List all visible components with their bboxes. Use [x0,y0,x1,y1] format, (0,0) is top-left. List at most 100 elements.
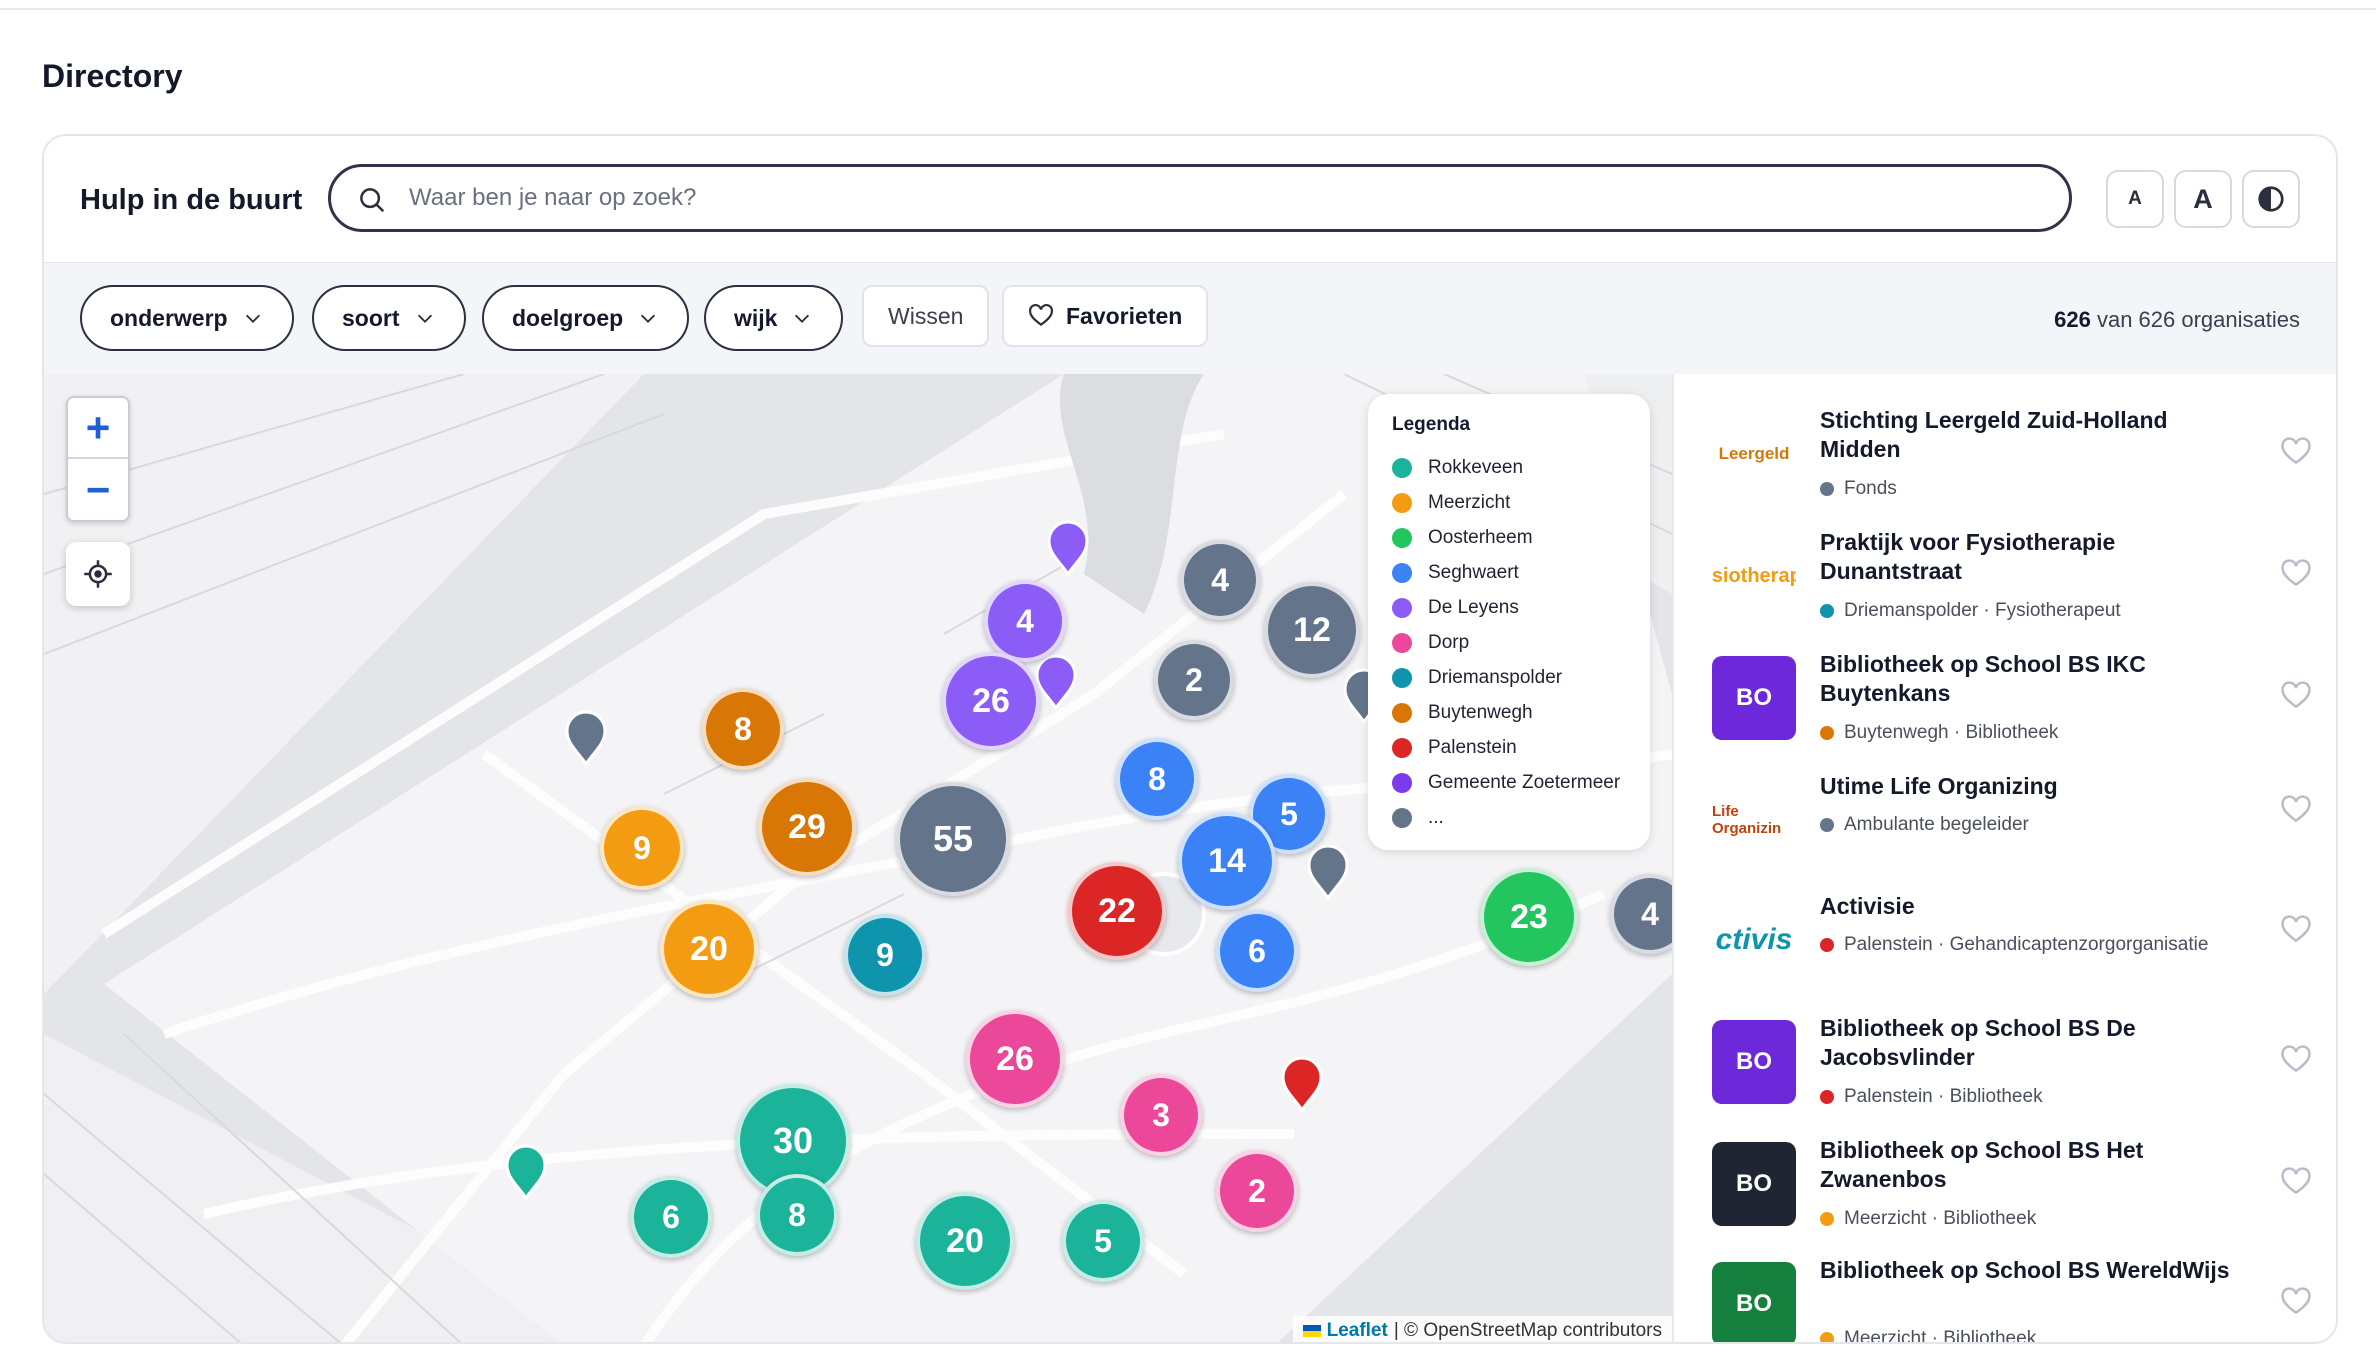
zoom-out-button[interactable]: − [68,459,128,520]
organization-meta: Driemanspolder · Fysiotherapeut [1820,600,2121,622]
heart-icon [1029,303,1053,326]
legend-color-dot [1392,702,1412,723]
legend-color-dot [1392,492,1412,513]
zoom-in-button[interactable]: + [68,398,128,459]
font-size-large-button[interactable]: A [2174,170,2232,228]
map-pin-gray[interactable] [1306,844,1350,900]
favorite-heart-icon[interactable] [2280,1286,2312,1318]
result-item[interactable]: Leergeld Stichting Leergeld Zuid-Holland … [1674,382,2336,504]
result-item[interactable]: ysiotherapi Praktijk voor Fysiotherapie D… [1674,504,2336,626]
organization-name[interactable]: Bibliotheek op School BS De Jacobsvlinde… [1820,1014,2250,1072]
filter-label: onderwerp [110,304,228,331]
result-item[interactable]: Life Organizin Utime Life Organizing Ambul… [1674,748,2336,870]
map-cluster[interactable]: 9 [844,914,926,996]
favorite-heart-icon[interactable] [2280,1166,2312,1198]
favorite-heart-icon[interactable] [2280,794,2312,826]
organization-name[interactable]: Praktijk voor Fysiotherapie Dunantstraat [1820,528,2250,586]
filter-soort[interactable]: soort [312,285,466,351]
legend-color-dot [1392,772,1412,793]
map-cluster[interactable]: 8 [756,1174,838,1256]
organization-name[interactable]: Stichting Leergeld Zuid-Holland Midden [1820,406,2250,464]
legend-color-dot [1392,562,1412,583]
organization-name[interactable]: Bibliotheek op School BS IKC Buytenkans [1820,650,2250,708]
font-size-small-button[interactable]: A [2106,170,2164,228]
locate-button[interactable] [66,542,130,606]
map-view[interactable]: + − 4 12 2 4 26 8 29 55 8 5 14 9 20 22 9… [44,374,1672,1342]
organization-name[interactable]: Utime Life Organizing [1820,772,2250,801]
result-item[interactable]: BO Bibliotheek op School BS WereldWijs Mee… [1674,1232,2336,1342]
map-pin-gray[interactable] [564,710,608,766]
organization-meta-text: Ambulante begeleider [1844,814,2029,835]
crosshair-icon [84,560,112,588]
result-item[interactable]: BO Bibliotheek op School BS Het Zwanenbos… [1674,1112,2336,1234]
result-item[interactable]: BO Bibliotheek op School BS De Jacobsvlin… [1674,990,2336,1112]
directory-widget: Hulp in de buurt A A onderwerp soort doe [42,134,2338,1344]
map-pin-red[interactable] [1280,1056,1324,1112]
results-list: Leergeld Stichting Leergeld Zuid-Holland … [1672,374,2336,1342]
legend-item: ... [1392,800,1626,835]
map-cluster[interactable]: 20 [660,900,758,998]
contrast-button[interactable] [2242,170,2300,228]
chevron-down-icon [641,314,656,323]
result-item[interactable]: ctivis Activisie Palenstein · Gehandicapte… [1674,868,2336,990]
ukraine-flag-icon [1302,1325,1321,1337]
organization-meta: Meerzicht · Bibliotheek [1820,1328,2036,1342]
map-cluster[interactable]: 8 [1116,738,1198,820]
map-cluster[interactable]: 4 [984,580,1066,662]
favorite-heart-icon[interactable] [2280,914,2312,946]
district-color-dot [1820,726,1834,740]
filter-onderwerp[interactable]: onderwerp [80,285,294,351]
map-cluster[interactable]: 22 [1068,862,1166,960]
favorite-heart-icon[interactable] [2280,436,2312,468]
clear-button[interactable]: Wissen [862,285,990,347]
search-input[interactable] [409,177,2029,219]
brand-title: Hulp in de buurt [80,184,303,216]
legend-item: Oosterheem [1392,520,1626,555]
map-cluster[interactable]: 6 [1216,910,1298,992]
leaflet-link[interactable]: Leaflet [1327,1320,1388,1342]
contrast-icon [2258,186,2284,212]
page: Directory Hulp in de buurt A A onderwerp… [0,8,2376,1370]
organization-name[interactable]: Bibliotheek op School BS Het Zwanenbos [1820,1136,2250,1194]
organization-name[interactable]: Bibliotheek op School BS WereldWijs [1820,1256,2250,1285]
map-cluster[interactable]: 20 [916,1192,1014,1290]
organization-meta: Ambulante begeleider [1820,814,2029,836]
favorites-button[interactable]: Favorieten [1002,285,1209,347]
map-pin-purple[interactable] [1034,654,1078,710]
map-cluster[interactable]: 2 [1154,640,1234,720]
map-cluster[interactable]: 9 [600,806,684,890]
map-cluster[interactable]: 23 [1480,868,1578,966]
map-cluster[interactable]: 26 [966,1010,1064,1108]
map-cluster[interactable]: 2 [1216,1150,1298,1232]
map-cluster[interactable]: 29 [758,778,856,876]
map-pin-teal[interactable] [504,1144,548,1200]
map-cluster[interactable]: 3 [1120,1074,1202,1156]
map-cluster[interactable]: 6 [630,1176,712,1258]
favorite-heart-icon[interactable] [2280,680,2312,712]
organization-name[interactable]: Activisie [1820,892,2250,921]
map-pin-purple[interactable] [1046,520,1090,576]
map-cluster[interactable]: 5 [1062,1200,1144,1282]
search-box[interactable] [328,164,2072,232]
favorite-heart-icon[interactable] [2280,1044,2312,1076]
map-cluster[interactable]: 14 [1178,812,1276,910]
map-cluster[interactable]: 12 [1264,582,1360,678]
legend-color-dot [1392,807,1412,828]
map-cluster[interactable]: 8 [702,688,784,770]
search-icon [360,188,385,213]
result-item[interactable]: BO Bibliotheek op School BS IKC Buytenkan… [1674,626,2336,748]
filter-wijk[interactable]: wijk [704,285,844,351]
legend-label: Driemanspolder [1428,666,1563,688]
map-cluster[interactable]: 4 [1180,540,1260,620]
district-color-dot [1820,818,1834,832]
organization-meta: Buytenwegh · Bibliotheek [1820,722,2058,744]
map-cluster[interactable]: 26 [942,652,1040,750]
filter-doelgroep[interactable]: doelgroep [482,285,690,351]
legend-item: De Leyens [1392,590,1626,625]
chevron-down-icon [245,314,260,323]
legend-label: Palenstein [1428,736,1517,758]
legend-label: Gemeente Zoetermeer [1428,771,1621,793]
map-cluster[interactable]: 55 [896,782,1010,896]
font-small-label: A [2128,188,2142,209]
favorite-heart-icon[interactable] [2280,558,2312,590]
